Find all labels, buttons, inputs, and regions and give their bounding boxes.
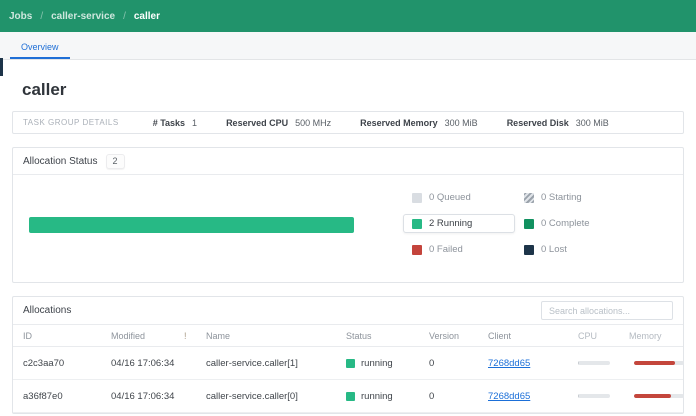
stat-reserved-cpu: Reserved CPU 500 MHz — [226, 118, 331, 128]
column-id[interactable]: ID — [23, 331, 111, 341]
search-allocations-input[interactable] — [541, 301, 673, 320]
memory-usage-meter — [634, 361, 684, 365]
nomad-job-page: Jobs / caller-service / caller Overview … — [0, 0, 696, 416]
allocation-name: caller-service.caller[0] — [206, 390, 298, 402]
allocation-client-link[interactable]: 7268dd65 — [488, 358, 578, 369]
running-status-icon — [346, 391, 355, 401]
memory-usage-fill — [634, 394, 671, 398]
allocation-status-text: running — [361, 357, 393, 369]
column-cpu[interactable]: CPU — [578, 331, 629, 341]
lost-swatch-icon — [524, 244, 534, 255]
cpu-usage-fill — [578, 394, 579, 398]
stat-tasks-label: # Tasks — [152, 117, 186, 128]
allocations-title: Allocations — [23, 305, 72, 316]
breadcrumb-jobs[interactable]: Jobs — [9, 11, 32, 22]
stat-tasks: # Tasks 1 — [153, 118, 197, 128]
failed-swatch-icon — [412, 244, 422, 255]
allocation-status-panel: Allocation Status 2 0 Queued 2 Running 0… — [12, 147, 684, 283]
allocation-id: c2c3aa70 — [23, 357, 65, 369]
legend-item-failed[interactable]: 0 Failed — [403, 240, 515, 259]
allocation-count-badge: 2 — [105, 153, 125, 169]
cpu-usage-meter — [578, 361, 610, 365]
allocation-version: 0 — [429, 390, 435, 402]
legend-failed-label: 0 Failed — [429, 244, 463, 255]
stat-reserved-disk-label: Reserved Disk — [506, 117, 569, 128]
memory-usage-fill — [634, 361, 675, 365]
stat-reserved-memory-value: 300 MiB — [444, 117, 478, 128]
legend-lost-label: 0 Lost — [541, 244, 567, 255]
breadcrumb-separator: / — [40, 10, 44, 22]
legend-item-starting[interactable]: 0 Starting — [515, 188, 627, 207]
allocation-status: running — [346, 358, 429, 369]
column-status[interactable]: Status — [346, 331, 429, 341]
allocations-panel: Allocations ID Modified ! Name Status Ve… — [12, 296, 684, 414]
stat-reserved-cpu-value: 500 MHz — [295, 117, 332, 128]
running-status-icon — [346, 358, 355, 368]
legend-running-label: 2 Running — [429, 218, 473, 229]
memory-usage-meter — [634, 394, 684, 398]
cpu-usage-fill — [578, 361, 579, 365]
allocations-table-header: ID Modified ! Name Status Version Client… — [13, 325, 683, 347]
allocation-modified: 04/16 17:06:34 — [111, 357, 175, 369]
allocation-version: 0 — [429, 357, 435, 369]
allocation-status: running — [346, 391, 429, 402]
task-group-details-strip: TASK GROUP DETAILS # Tasks 1 Reserved CPU… — [12, 111, 684, 134]
allocation-id: a36f87e0 — [23, 390, 63, 402]
allocation-status-header: Allocation Status 2 — [13, 148, 683, 175]
allocation-client-link[interactable]: 7268dd65 — [488, 391, 578, 402]
breadcrumb-current-caller: caller — [133, 10, 160, 22]
cpu-usage-meter — [578, 394, 610, 398]
breadcrumb: Jobs / caller-service / caller — [9, 11, 160, 22]
complete-swatch-icon — [524, 218, 534, 229]
tab-overview[interactable]: Overview — [10, 36, 70, 59]
allocation-status-title: Allocation Status — [23, 155, 98, 167]
starting-swatch-icon — [524, 192, 534, 203]
running-swatch-icon — [412, 218, 422, 229]
column-memory[interactable]: Memory — [629, 331, 683, 341]
stat-reserved-memory-label: Reserved Memory — [360, 117, 438, 128]
top-bar: Jobs / caller-service / caller — [0, 0, 696, 32]
legend-item-running[interactable]: 2 Running — [403, 214, 515, 233]
breadcrumb-separator: / — [123, 10, 126, 22]
task-group-details-label: TASK GROUP DETAILS — [23, 118, 119, 127]
column-version[interactable]: Version — [429, 331, 488, 341]
column-reschedule-icon[interactable]: ! — [184, 331, 206, 341]
legend-item-queued[interactable]: 0 Queued — [403, 188, 515, 207]
legend-queued-label: 0 Queued — [429, 192, 471, 203]
job-overview-content: caller TASK GROUP DETAILS # Tasks 1 Reser… — [0, 80, 696, 414]
stat-tasks-value: 1 — [192, 117, 198, 128]
allocation-status-chart: 0 Queued 2 Running 0 Failed 0 Starting 0… — [13, 175, 683, 282]
allocation-row[interactable]: a36f87e0 04/16 17:06:34 caller-service.c… — [13, 380, 684, 413]
allocation-name: caller-service.caller[1] — [206, 357, 298, 369]
column-modified[interactable]: Modified — [111, 331, 184, 341]
allocation-modified: 04/16 17:06:34 — [111, 390, 175, 402]
legend-item-lost[interactable]: 0 Lost — [515, 240, 627, 259]
allocation-status-text: running — [361, 390, 393, 402]
page-title: caller — [22, 80, 67, 99]
allocation-status-running-bar — [29, 217, 354, 233]
stat-reserved-disk-value: 300 MiB — [575, 117, 609, 128]
legend-starting-label: 0 Starting — [541, 192, 582, 203]
legend-complete-label: 0 Complete — [541, 218, 590, 229]
column-client[interactable]: Client — [488, 331, 578, 341]
legend-item-complete[interactable]: 0 Complete — [515, 214, 627, 233]
allocation-status-legend: 0 Queued 2 Running 0 Failed 0 Starting 0… — [403, 188, 627, 259]
tab-bar: Overview — [0, 32, 696, 60]
stat-reserved-cpu-label: Reserved CPU — [226, 117, 289, 128]
allocation-row[interactable]: c2c3aa70 04/16 17:06:34 caller-service.c… — [13, 347, 684, 380]
left-edge-mark — [0, 58, 3, 76]
queued-swatch-icon — [412, 192, 422, 203]
stat-reserved-memory: Reserved Memory 300 MiB — [360, 118, 478, 128]
stat-reserved-disk: Reserved Disk 300 MiB — [507, 118, 609, 128]
column-name[interactable]: Name — [206, 331, 346, 341]
breadcrumb-caller-service[interactable]: caller-service — [51, 11, 115, 22]
allocations-header: Allocations — [13, 297, 683, 325]
